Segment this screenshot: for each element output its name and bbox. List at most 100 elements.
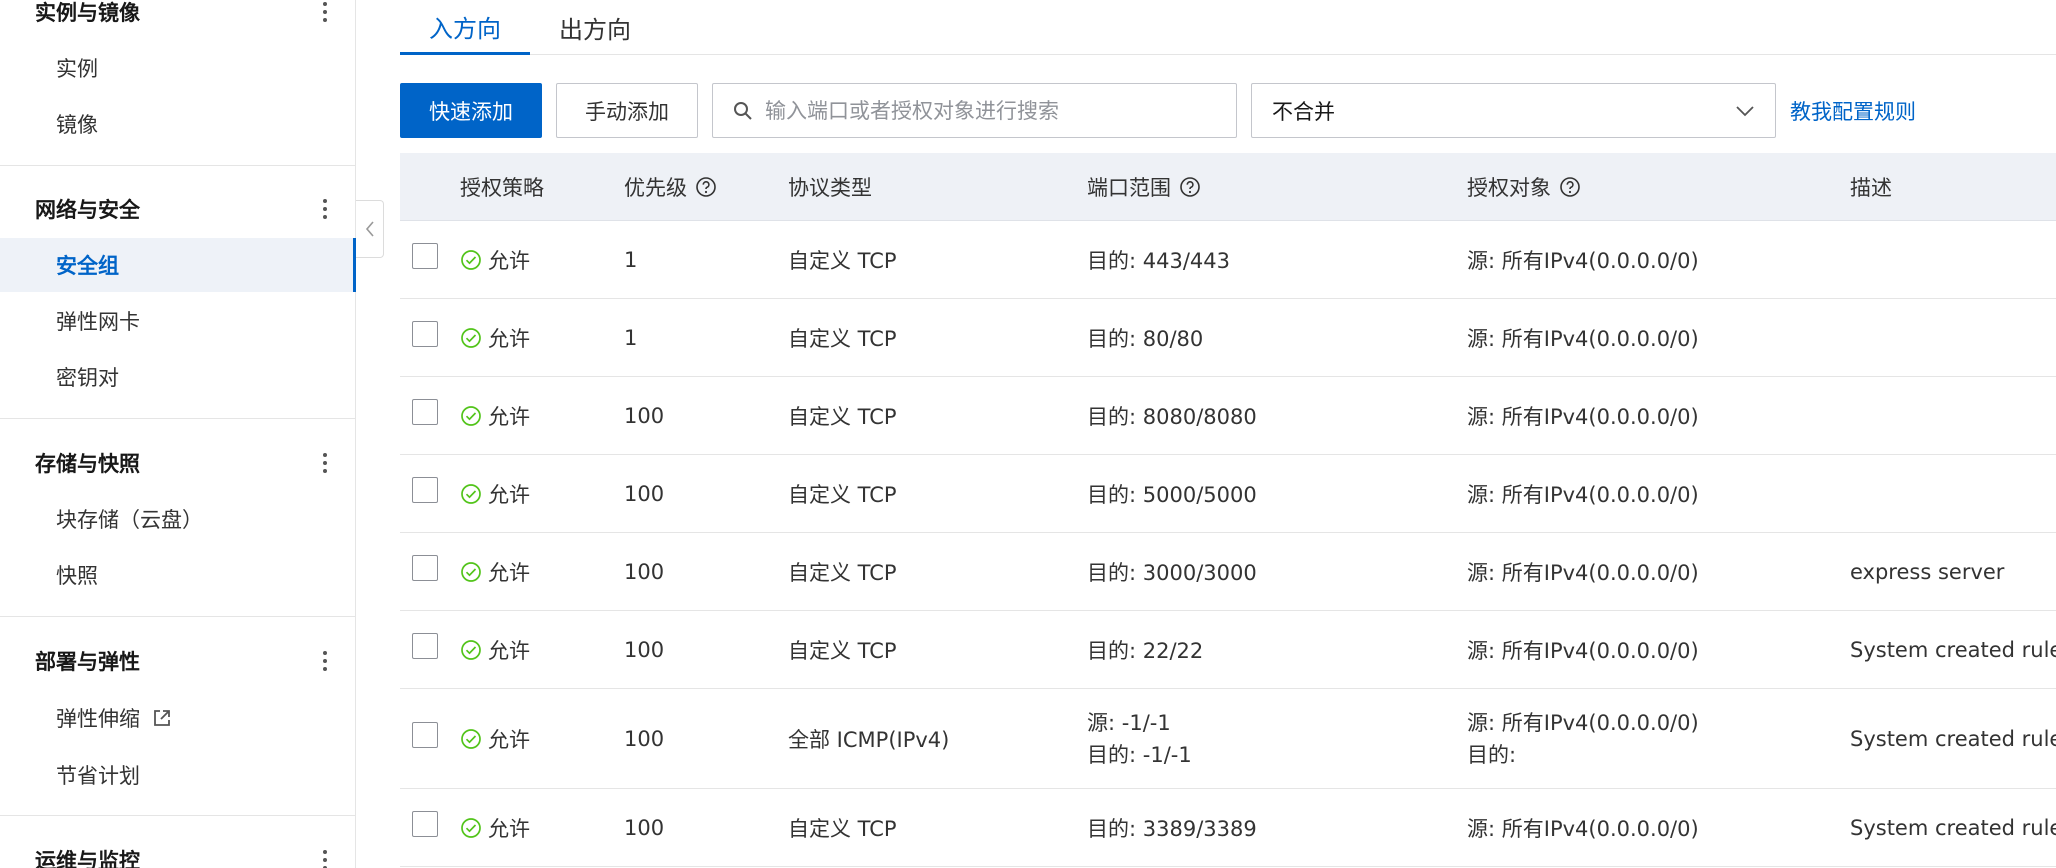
policy-cell: 允许	[460, 377, 530, 454]
policy-text: 允许	[488, 816, 530, 841]
sidebar-item-label: 节省计划	[56, 764, 140, 788]
sidebar-collapse-handle[interactable]	[356, 200, 384, 258]
check-circle-icon	[461, 639, 481, 660]
more-vertical-icon[interactable]	[315, 0, 335, 25]
more-vertical-icon[interactable]	[315, 648, 335, 674]
priority-cell: 100	[624, 726, 665, 751]
column-header-desc: 描述	[1850, 153, 1892, 221]
desc-cell: System created rule.	[1850, 815, 2056, 840]
sidebar-item-savings-plan[interactable]: 节省计划	[0, 748, 356, 802]
more-vertical-icon[interactable]	[315, 847, 335, 868]
tab-inbound[interactable]: 入方向	[400, 0, 530, 55]
column-header-policy: 授权策略	[460, 153, 544, 221]
policy-cell: 允许	[460, 533, 530, 610]
tab-outbound[interactable]: 出方向	[530, 0, 660, 55]
column-header-protocol: 协议类型	[788, 153, 872, 221]
column-header-label: 授权对象	[1467, 176, 1551, 200]
chevron-down-icon	[1736, 105, 1754, 116]
sidebar-item-image[interactable]: 镜像	[0, 97, 356, 151]
check-circle-icon	[461, 817, 481, 838]
direction-tabs: 入方向 出方向	[400, 0, 2056, 55]
merge-select[interactable]: 不合并	[1251, 83, 1776, 138]
row-checkbox[interactable]	[412, 321, 438, 347]
sidebar-section-title: 网络与安全	[35, 198, 140, 222]
port-cell: 目的: 80/80	[1087, 326, 1204, 351]
question-circle-icon[interactable]	[1179, 176, 1201, 198]
search-icon	[734, 101, 752, 120]
sidebar-section-title: 部署与弹性	[35, 650, 140, 674]
manual-add-button[interactable]: 手动添加	[556, 83, 698, 138]
sidebar-item-label: 弹性网卡	[56, 310, 140, 334]
port-cell: 源: -1/-1 目的: -1/-1	[1087, 689, 1192, 788]
column-header-label: 描述	[1850, 176, 1892, 200]
row-checkbox[interactable]	[412, 811, 438, 837]
policy-cell: 允许	[460, 221, 530, 298]
protocol-cell: 自定义 TCP	[788, 248, 897, 273]
priority-cell: 1	[624, 247, 638, 272]
column-header-label: 授权策略	[460, 176, 544, 200]
sidebar-item-eni[interactable]: 弹性网卡	[0, 294, 356, 348]
priority-cell: 100	[624, 815, 665, 840]
check-circle-icon	[461, 561, 481, 582]
protocol-cell: 自定义 TCP	[788, 638, 897, 663]
policy-text: 允许	[488, 560, 530, 585]
policy-text: 允许	[488, 482, 530, 507]
sidebar-item-keypair[interactable]: 密钥对	[0, 350, 356, 404]
external-link-icon	[154, 710, 170, 726]
port-cell: 目的: 8080/8080	[1087, 404, 1257, 429]
divider	[0, 165, 356, 166]
protocol-cell: 自定义 TCP	[788, 560, 897, 585]
sidebar-section-instances: 实例与镜像	[35, 0, 335, 27]
sidebar-section-network: 网络与安全	[35, 194, 335, 224]
auth-cell: 源: 所有IPv4(0.0.0.0/0)	[1467, 560, 1699, 585]
config-help-link[interactable]: 教我配置规则	[1790, 83, 1916, 138]
question-circle-icon[interactable]	[695, 176, 717, 198]
auth-cell: 源: 所有IPv4(0.0.0.0/0)	[1467, 248, 1699, 273]
sidebar-item-security-group[interactable]: 安全组	[0, 238, 356, 292]
row-checkbox[interactable]	[412, 477, 438, 503]
divider	[0, 418, 356, 419]
question-circle-icon[interactable]	[1559, 176, 1581, 198]
check-circle-icon	[461, 249, 481, 270]
desc-cell: System created rule.	[1850, 637, 2056, 662]
sidebar-section-title: 存储与快照	[35, 452, 140, 476]
column-header-label: 优先级	[624, 176, 687, 200]
row-checkbox[interactable]	[412, 243, 438, 269]
sidebar-item-label: 实例	[56, 57, 98, 81]
table-row: 允许 100 自定义 TCP 目的: 3389/3389 源: 所有IPv4(0…	[400, 789, 2056, 867]
sidebar-item-block-storage[interactable]: 块存储（云盘）	[0, 492, 356, 546]
priority-cell: 100	[624, 403, 665, 428]
table-header: 授权策略 优先级 协议类型 端口范围 授权对象 描述	[400, 153, 2056, 221]
sidebar-item-label: 块存储（云盘）	[56, 508, 203, 532]
row-checkbox[interactable]	[412, 633, 438, 659]
policy-cell: 允许	[460, 455, 530, 532]
row-checkbox[interactable]	[412, 722, 438, 748]
more-vertical-icon[interactable]	[315, 196, 335, 222]
row-checkbox[interactable]	[412, 555, 438, 581]
priority-cell: 100	[624, 637, 665, 662]
table-row: 允许 100 自定义 TCP 目的: 5000/5000 源: 所有IPv4(0…	[400, 455, 2056, 533]
sidebar-item-snapshot[interactable]: 快照	[0, 548, 356, 602]
quick-add-button[interactable]: 快速添加	[400, 83, 542, 138]
auth-cell: 源: 所有IPv4(0.0.0.0/0)	[1467, 326, 1699, 351]
policy-cell: 允许	[460, 789, 530, 866]
auth-cell: 源: 所有IPv4(0.0.0.0/0)	[1467, 816, 1699, 841]
protocol-cell: 自定义 TCP	[788, 404, 897, 429]
auth-cell: 源: 所有IPv4(0.0.0.0/0)	[1467, 638, 1699, 663]
sidebar-section-ops: 运维与监控	[35, 845, 335, 868]
priority-cell: 100	[624, 481, 665, 506]
auth-cell: 源: 所有IPv4(0.0.0.0/0)	[1467, 482, 1699, 507]
policy-text: 允许	[488, 326, 530, 351]
sidebar-item-label: 快照	[56, 564, 98, 588]
search-input[interactable]	[765, 98, 1225, 123]
row-checkbox[interactable]	[412, 399, 438, 425]
search-box[interactable]	[712, 83, 1237, 138]
sidebar-section-storage: 存储与快照	[35, 448, 335, 478]
sidebar-item-autoscaling[interactable]: 弹性伸缩	[0, 691, 356, 745]
more-vertical-icon[interactable]	[315, 450, 335, 476]
auth-cell: 源: 所有IPv4(0.0.0.0/0) 目的:	[1467, 689, 1699, 788]
merge-select-value: 不合并	[1272, 99, 1335, 124]
priority-cell: 100	[624, 559, 665, 584]
sidebar-item-instance[interactable]: 实例	[0, 41, 356, 95]
table-row: 允许 1 自定义 TCP 目的: 443/443 源: 所有IPv4(0.0.0…	[400, 221, 2056, 299]
